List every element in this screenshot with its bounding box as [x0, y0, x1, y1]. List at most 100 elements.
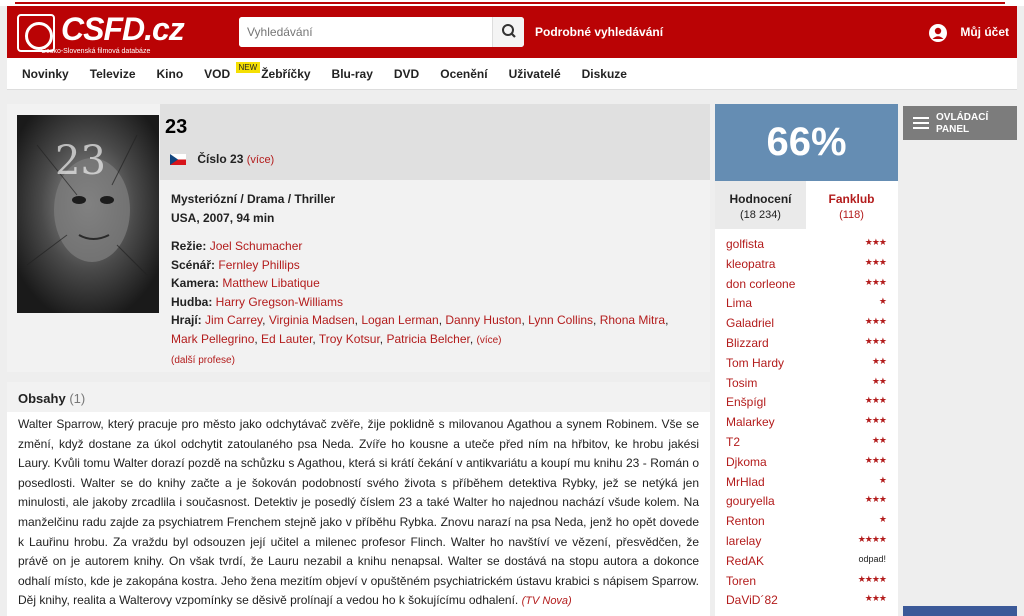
rater-row: gouryella ★★★ — [715, 491, 898, 511]
cast-link[interactable]: Mark Pellegrino — [171, 332, 254, 346]
rater-name[interactable]: Renton — [726, 514, 765, 528]
rater-stars: ★★★★ — [857, 533, 887, 544]
rater-name[interactable]: don corleone — [726, 277, 795, 291]
nav-item-uzivatele[interactable]: Uživatelé — [509, 67, 561, 81]
rater-row: Malarkey ★★★ — [715, 412, 898, 432]
czech-flag-icon — [170, 154, 186, 166]
rater-stars: ★★★ — [864, 256, 887, 267]
rater-stars: ★★★ — [864, 276, 887, 287]
nav-item-diskuze[interactable]: Diskuze — [582, 67, 627, 81]
rater-stars: ★★★ — [864, 415, 887, 426]
tab-ratings[interactable]: Hodnocení (18 234) — [715, 181, 806, 229]
rater-name[interactable]: larelay — [726, 534, 761, 548]
nav-item-novinky[interactable]: Novinky — [22, 67, 69, 81]
nav-item-televize[interactable]: Televize — [90, 67, 136, 81]
plot-section: Obsahy (1) Walter Sparrow, který pracuje… — [7, 382, 710, 616]
cast-link[interactable]: Jim Carrey — [205, 313, 262, 327]
genres: Mysteriózní / Drama / Thriller — [171, 192, 336, 206]
header: CSFD.cz Česko-Slovenská filmová databáze… — [7, 6, 1017, 58]
control-panel-line2: PANEL — [936, 124, 970, 135]
rater-name[interactable]: Tom Hardy — [726, 356, 784, 370]
rater-name[interactable]: T2 — [726, 435, 740, 449]
plot-title: Obsahy (1) — [18, 391, 85, 406]
cast-link[interactable]: Lynn Collins — [528, 313, 593, 327]
rater-row: Blizzard ★★★ — [715, 333, 898, 353]
plot-text: Walter Sparrow, který pracuje pro město … — [18, 415, 699, 612]
writer-row: Scénář: Fernley Phillips — [171, 256, 671, 275]
rater-row: don corleone ★★★ — [715, 274, 898, 294]
cast-link[interactable]: Danny Huston — [445, 313, 521, 327]
tab-fanclub-label: Fanklub — [828, 192, 875, 206]
rater-stars: ★★★ — [864, 335, 887, 346]
logo-icon — [17, 14, 55, 52]
more-professions-link[interactable]: (další profese) — [171, 355, 235, 366]
search-button[interactable] — [492, 17, 524, 47]
titles-more-link[interactable]: (více) — [247, 154, 275, 166]
rater-row: DaViD´82 ★★★ — [715, 590, 898, 610]
search-input[interactable] — [239, 17, 489, 47]
nav-item-zebricky[interactable]: Žebříčky — [261, 67, 310, 81]
rater-stars: ★★ — [871, 434, 887, 445]
site-logo[interactable]: CSFD.cz Česko-Slovenská filmová databáze — [17, 11, 187, 55]
rater-stars: ★★★ — [864, 454, 887, 465]
rater-name[interactable]: Malarkey — [726, 415, 775, 429]
film-title: 23 — [165, 116, 188, 138]
control-panel-button[interactable]: OVLÁDACÍ PANEL — [903, 106, 1017, 140]
rater-name[interactable]: Tosim — [726, 376, 757, 390]
rater-stars: ★★★ — [864, 237, 887, 247]
rater-name[interactable]: RedAK — [726, 554, 764, 568]
cast-link[interactable]: Patricia Belcher — [386, 332, 469, 346]
plot-source[interactable]: (TV Nova) — [522, 595, 572, 607]
rater-name[interactable]: gouryella — [726, 494, 775, 508]
tab-fanclub-count: (118) — [839, 209, 864, 221]
rater-row: MrHlad ★ — [715, 472, 898, 492]
rater-name[interactable]: Toren — [726, 574, 756, 588]
nav-item-dvd[interactable]: DVD — [394, 67, 419, 81]
rater-name[interactable]: Djkoma — [726, 455, 767, 469]
camera-label: Kamera: — [171, 276, 220, 290]
nav-item-oceneni[interactable]: Ocenění — [440, 67, 487, 81]
logo-text: CSFD.cz — [61, 11, 185, 47]
rater-row: Tosim ★★ — [715, 373, 898, 393]
rater-name[interactable]: MrHlad — [726, 475, 765, 489]
rater-name[interactable]: Blizzard — [726, 336, 769, 350]
tab-ratings-label: Hodnocení — [729, 192, 792, 206]
top-strip-bar — [15, 2, 1005, 4]
cast-more-link[interactable]: (více) — [477, 335, 502, 346]
facebook-widget[interactable] — [903, 606, 1017, 616]
cast-link[interactable]: Troy Kotsur — [319, 332, 380, 346]
music-label: Hudba: — [171, 294, 213, 309]
original-title-text: Číslo 23 — [197, 152, 244, 166]
tab-fanclub[interactable]: Fanklub (118) — [806, 181, 897, 229]
rater-stars: ★★★ — [864, 494, 887, 505]
nav-item-vod[interactable]: VOD NEW — [204, 62, 261, 81]
nav-item-kino[interactable]: Kino — [157, 67, 184, 81]
rater-row: Lima ★ — [715, 293, 898, 313]
rater-name[interactable]: kleopatra — [726, 257, 775, 271]
search-box — [239, 17, 524, 47]
director-link[interactable]: Joel Schumacher — [210, 239, 303, 253]
rater-name[interactable]: Enšpígl — [726, 395, 766, 409]
account-button[interactable]: Můj účet — [929, 24, 1009, 42]
advanced-search-link[interactable]: Podrobné vyhledávání — [535, 25, 663, 39]
rater-row: T2 ★★ — [715, 432, 898, 452]
rater-name[interactable]: DaViD´82 — [726, 593, 778, 607]
original-title: Číslo 23 (více) — [170, 152, 274, 166]
origin: USA, 2007, 94 min — [171, 211, 275, 225]
rater-name[interactable]: golfista — [726, 237, 764, 251]
cast-link[interactable]: Ed Lauter — [261, 332, 312, 346]
rater-name[interactable]: Galadriel — [726, 316, 774, 330]
cast-row: Hrají: Jim Carrey, Virginia Madsen, Loga… — [171, 313, 669, 346]
nav-item-bluray[interactable]: Blu-ray — [332, 67, 373, 81]
rater-name[interactable]: Lima — [726, 296, 752, 310]
cast-link[interactable]: Logan Lerman — [361, 313, 438, 327]
cast-link[interactable]: Virginia Madsen — [269, 313, 355, 327]
cast-link[interactable]: Rhona Mitra — [600, 313, 665, 327]
writer-link[interactable]: Fernley Phillips — [218, 258, 299, 272]
rater-row: Renton ★ — [715, 511, 898, 531]
user-icon — [929, 24, 947, 42]
rater-stars: ★★★ — [864, 593, 887, 604]
camera-link[interactable]: Matthew Libatique — [222, 276, 319, 290]
music-link[interactable]: Harry Gregson-Williams — [216, 295, 343, 309]
logo-subtitle: Česko-Slovenská filmová databáze — [41, 48, 151, 55]
